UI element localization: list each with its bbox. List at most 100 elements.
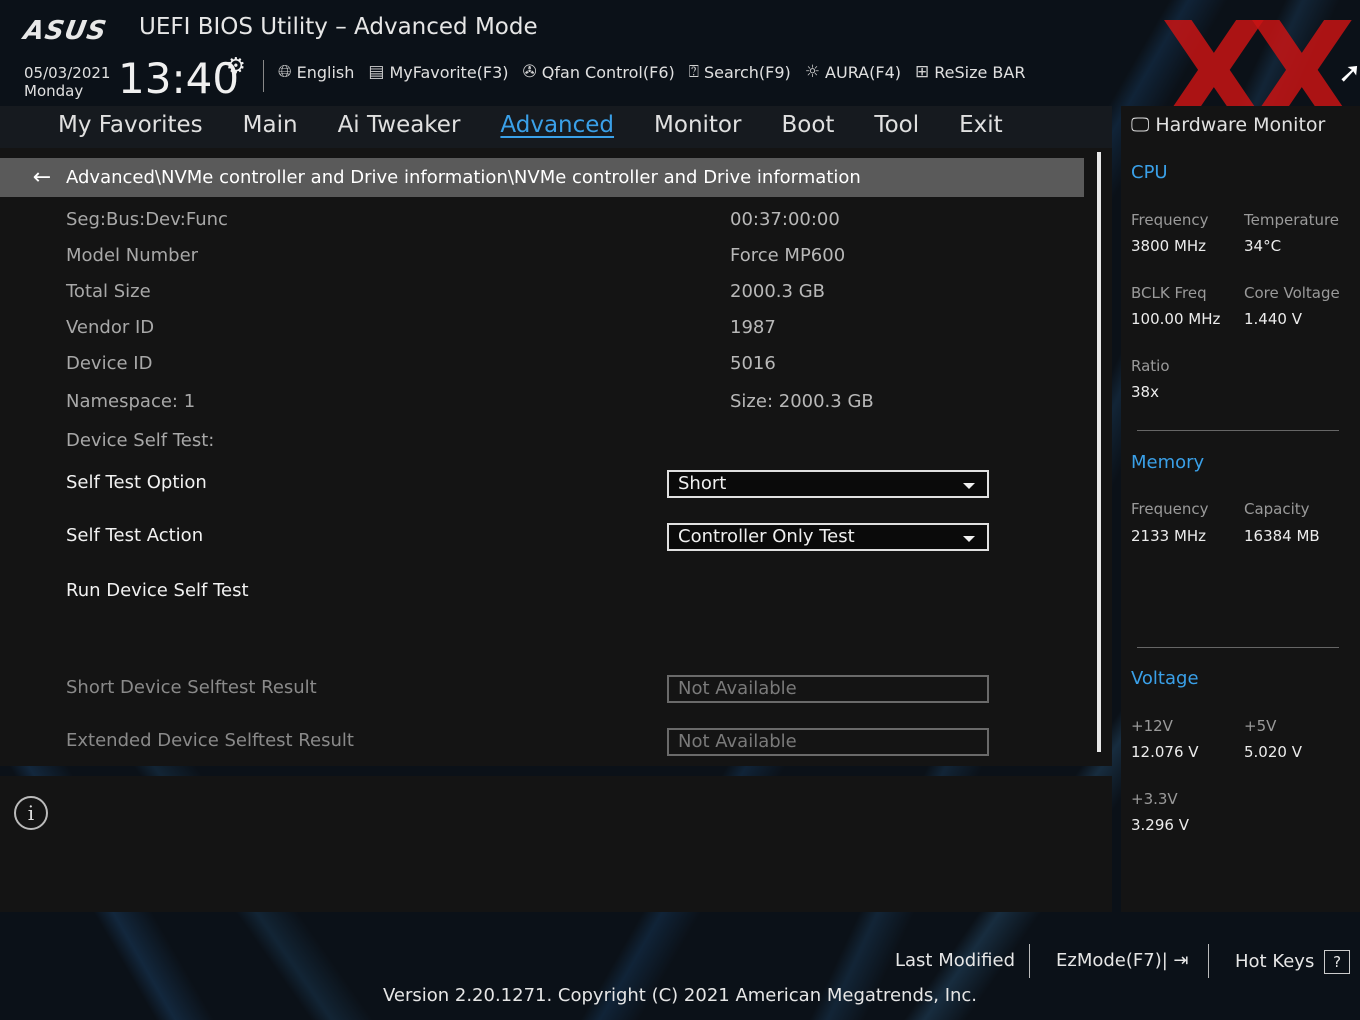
- memory-frequency-value: 2133 MHz: [1131, 527, 1207, 545]
- resize-bar-icon: ⊞: [914, 62, 930, 82]
- search-label: Search(F9): [703, 62, 791, 82]
- cpu-temperature-value: 34°C: [1244, 237, 1282, 255]
- footer: Last Modified EzMode(F7)| ⇥ Hot Keys ? V…: [0, 912, 1360, 1020]
- breadcrumb: ← Advanced\NVMe controller and Drive inf…: [0, 158, 1084, 197]
- myfavorite-label: MyFavorite(F3): [389, 62, 509, 82]
- qfan-label: Qfan Control(F6): [541, 62, 675, 82]
- help-question-icon: ?: [1324, 950, 1351, 974]
- aura-button[interactable]: ☼ AURA(F4): [805, 62, 901, 82]
- voltage-heading: Voltage: [1131, 668, 1199, 689]
- info-label: Vendor ID: [66, 317, 155, 338]
- info-label: Model Number: [66, 245, 199, 266]
- header: ASUS UEFI BIOS Utility – Advanced Mode 0…: [0, 0, 1360, 145]
- memory-heading: Memory: [1131, 452, 1205, 473]
- hw-title-text: Hardware Monitor: [1155, 114, 1326, 136]
- globe-icon: 🌐︎: [278, 62, 292, 82]
- field-value: Not Available: [678, 731, 797, 752]
- tab-boot[interactable]: Boot: [761, 106, 854, 148]
- info-value: 1987: [730, 317, 776, 338]
- tab-tool[interactable]: Tool: [854, 106, 939, 148]
- back-arrow-icon[interactable]: ←: [20, 165, 64, 190]
- fan-icon: ✇: [522, 62, 537, 82]
- info-icon: i: [14, 796, 48, 830]
- bclk-value: 100.00 MHz: [1131, 310, 1221, 328]
- help-panel: i: [0, 776, 1112, 912]
- setting-label: Extended Device Selftest Result: [66, 730, 354, 751]
- ezmode-button[interactable]: EzMode(F7)| ⇥: [1056, 950, 1189, 971]
- chevron-down-icon: [963, 483, 975, 489]
- v12-value: 12.076 V: [1131, 743, 1199, 761]
- info-value: 5016: [730, 353, 776, 374]
- info-label: Seg:Bus:Dev:Func: [66, 209, 228, 230]
- language-button[interactable]: 🌐︎ English: [278, 62, 354, 82]
- v12-label: +12V: [1131, 717, 1173, 735]
- ratio-label: Ratio: [1131, 357, 1170, 375]
- tab-advanced[interactable]: Advanced: [480, 106, 634, 148]
- search-button[interactable]: ⍰ Search(F9): [689, 62, 791, 82]
- hw-divider: [1137, 430, 1339, 431]
- memory-capacity-label: Capacity: [1244, 500, 1310, 518]
- chevron-down-icon: [963, 536, 975, 542]
- tab-monitor[interactable]: Monitor: [634, 106, 761, 148]
- v5-label: +5V: [1244, 717, 1277, 735]
- myfavorite-button[interactable]: ▤ MyFavorite(F3): [368, 62, 508, 82]
- info-value: 2000.3 GB: [730, 281, 826, 302]
- cpu-frequency-value: 3800 MHz: [1131, 237, 1207, 255]
- setting-label: Run Device Self Test: [66, 580, 249, 601]
- footer-divider: [1208, 944, 1209, 978]
- dropdown-value: Controller Only Test: [678, 526, 855, 547]
- core-voltage-value: 1.440 V: [1244, 310, 1302, 328]
- tab-main[interactable]: Main: [223, 106, 318, 148]
- dropdown-value: Short: [678, 473, 727, 494]
- v33-label: +3.3V: [1131, 790, 1178, 808]
- app-title: UEFI BIOS Utility – Advanced Mode: [139, 14, 538, 40]
- hw-divider: [1137, 647, 1339, 648]
- short-result-field: Not Available: [667, 675, 989, 703]
- info-value: 00:37:00:00: [730, 209, 840, 230]
- breadcrumb-path: Advanced\NVMe controller and Drive infor…: [66, 167, 861, 188]
- language-label: English: [296, 62, 355, 82]
- info-label: Total Size: [66, 281, 151, 302]
- v5-value: 5.020 V: [1244, 743, 1302, 761]
- aura-light-icon: ☼: [804, 62, 821, 82]
- tab-my-favorites[interactable]: My Favorites: [0, 106, 223, 148]
- search-icon: ⍰: [688, 62, 699, 82]
- cpu-heading: CPU: [1131, 162, 1168, 183]
- clock: 13:40: [118, 54, 240, 103]
- last-modified-button[interactable]: Last Modified: [895, 950, 1015, 971]
- info-label: Namespace: 1: [66, 391, 196, 412]
- hot-keys-button[interactable]: Hot Keys ?: [1235, 950, 1351, 974]
- settings-panel: ← Advanced\NVMe controller and Drive inf…: [0, 148, 1112, 766]
- asus-logo: ASUS: [21, 16, 110, 46]
- setting-label: Self Test Option: [66, 472, 207, 493]
- field-value: Not Available: [678, 678, 797, 699]
- qfan-control-button[interactable]: ✇ Qfan Control(F6): [523, 62, 675, 82]
- weekday-text: Monday: [24, 82, 84, 100]
- header-divider: [263, 60, 264, 92]
- resize-bar-button[interactable]: ⊞ ReSize BAR: [915, 62, 1025, 82]
- v33-value: 3.296 V: [1131, 816, 1189, 834]
- setting-label: Self Test Action: [66, 525, 204, 546]
- tab-ai-tweaker[interactable]: Ai Tweaker: [318, 106, 481, 148]
- tab-exit[interactable]: Exit: [939, 106, 1023, 148]
- info-label: Device ID: [66, 353, 153, 374]
- gear-icon[interactable]: ⚙: [226, 54, 246, 79]
- cpu-temperature-label: Temperature: [1244, 211, 1340, 229]
- monitor-icon: 🖵︎: [1131, 114, 1150, 136]
- date-display: 05/03/2021 Monday: [24, 64, 110, 100]
- ezmode-label: EzMode(F7)|: [1056, 950, 1168, 971]
- setting-label: Short Device Selftest Result: [66, 677, 317, 698]
- scrollbar[interactable]: [1097, 152, 1101, 752]
- aura-label: AURA(F4): [825, 62, 901, 82]
- cpu-frequency-label: Frequency: [1131, 211, 1209, 229]
- favorite-list-icon: ▤: [368, 62, 385, 82]
- self-test-option-dropdown[interactable]: Short: [667, 470, 989, 498]
- hardware-monitor-panel: 🖵︎ Hardware Monitor CPU Frequency 3800 M…: [1121, 106, 1360, 912]
- section-heading: Device Self Test:: [66, 430, 215, 451]
- bclk-label: BCLK Freq: [1131, 284, 1207, 302]
- extended-result-field: Not Available: [667, 728, 989, 756]
- self-test-action-dropdown[interactable]: Controller Only Test: [667, 523, 989, 551]
- core-voltage-label: Core Voltage: [1244, 284, 1340, 302]
- date-text: 05/03/2021: [24, 64, 111, 82]
- exit-arrow-icon: ⇥: [1173, 950, 1189, 971]
